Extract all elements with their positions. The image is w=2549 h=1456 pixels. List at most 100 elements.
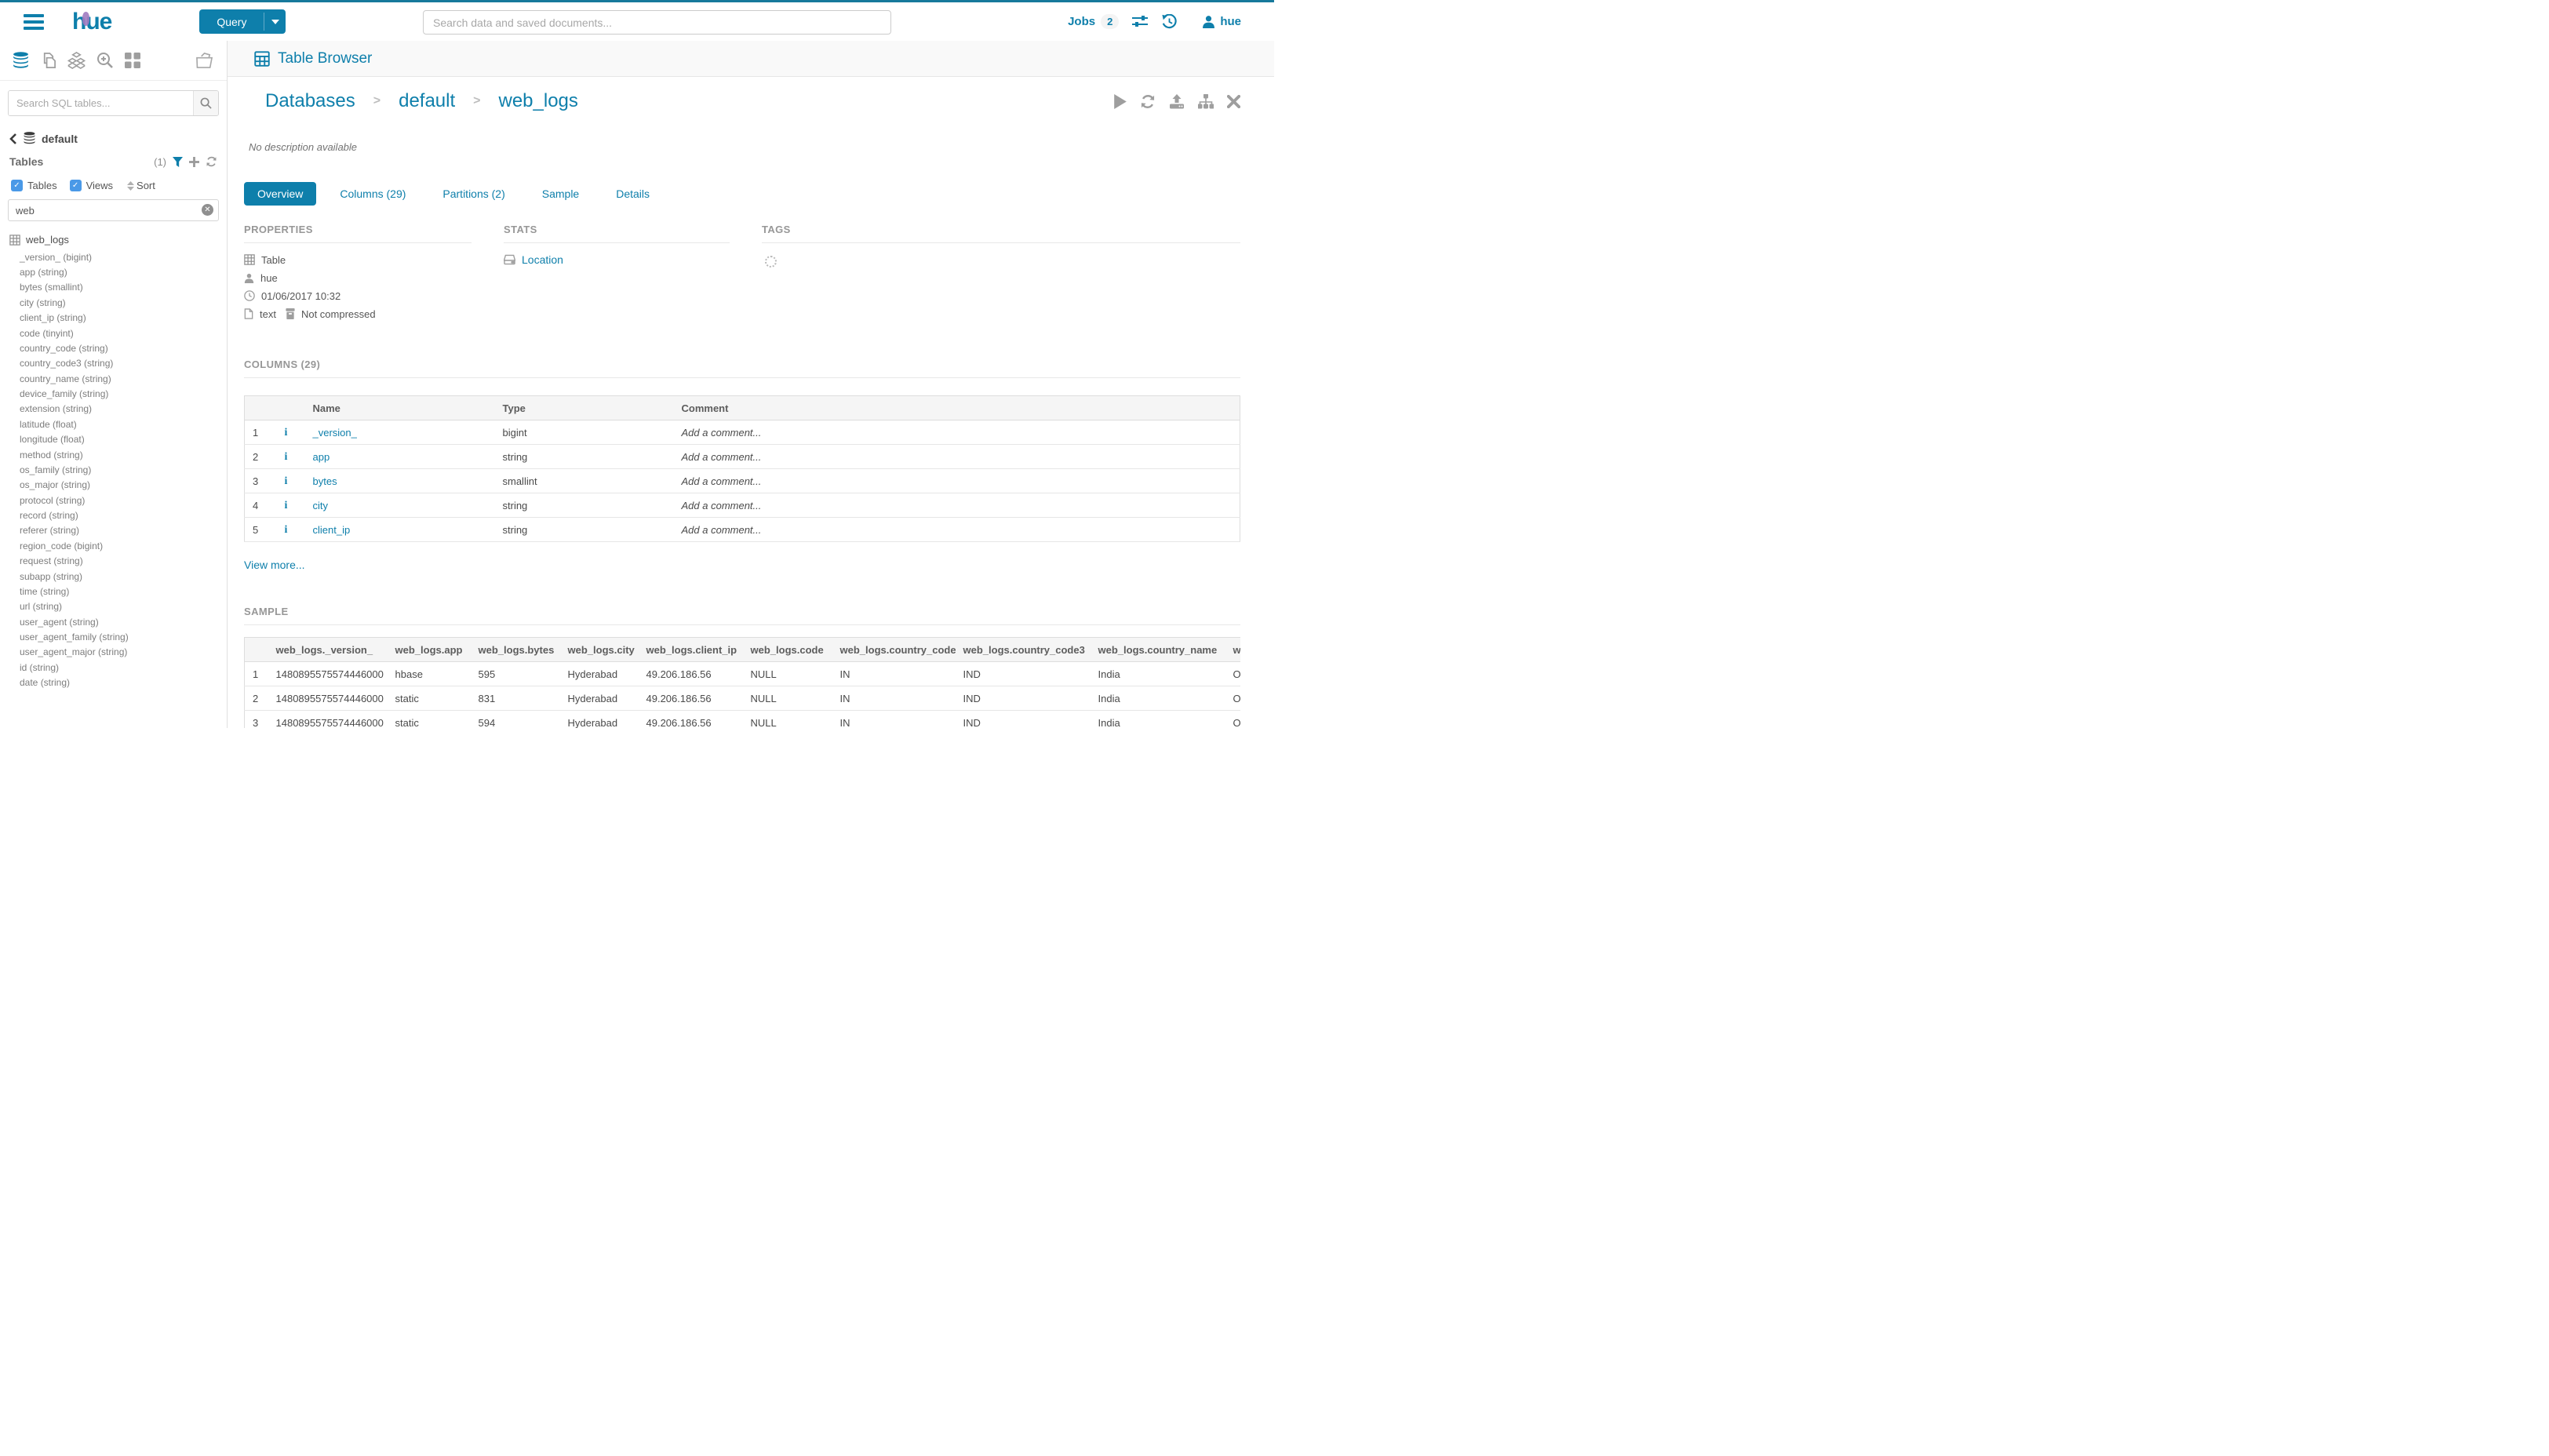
tree-column-item[interactable]: extension (string): [0, 402, 227, 417]
close-icon[interactable]: [1227, 95, 1240, 108]
location-link[interactable]: Location: [504, 253, 730, 266]
tree-column-item[interactable]: country_code (string): [0, 340, 227, 355]
database-breadcrumb-row[interactable]: default: [9, 132, 217, 145]
column-comment-cell[interactable]: Add a comment...: [674, 469, 1240, 493]
apps-grid-icon[interactable]: [125, 53, 140, 68]
tree-column-item[interactable]: city (string): [0, 295, 227, 310]
tree-column-item[interactable]: code (tinyint): [0, 326, 227, 340]
table-filter-input[interactable]: [8, 199, 219, 221]
clear-filter-icon[interactable]: ✕: [202, 204, 213, 216]
views-checkbox-label[interactable]: Views: [86, 180, 113, 191]
tree-column-item[interactable]: os_family (string): [0, 462, 227, 477]
sitemap-icon[interactable]: [1198, 94, 1214, 109]
sample-section-heading: SAMPLE: [244, 606, 1240, 625]
column-comment-cell[interactable]: Add a comment...: [674, 518, 1240, 542]
sample-table-header: web_logs._version_: [268, 638, 388, 662]
current-database-name[interactable]: default: [42, 133, 78, 145]
sidebar-search-button[interactable]: [193, 91, 218, 115]
column-name-cell: _version_: [305, 420, 495, 445]
tree-column-item[interactable]: record (string): [0, 508, 227, 522]
tables-checkbox[interactable]: ✓: [11, 180, 23, 191]
column-name-link[interactable]: app: [313, 451, 330, 463]
tree-column-item[interactable]: date (string): [0, 675, 227, 690]
query-button-label[interactable]: Query: [199, 9, 264, 34]
column-name-link[interactable]: city: [313, 500, 329, 511]
tree-column-item[interactable]: request (string): [0, 554, 227, 569]
breadcrumb-item-web_logs[interactable]: web_logs: [499, 90, 578, 112]
tree-column-item[interactable]: longitude (float): [0, 432, 227, 447]
refresh-table-icon[interactable]: [1140, 94, 1156, 109]
columns-table-row: 2iappstringAdd a comment...: [245, 445, 1240, 469]
views-checkbox[interactable]: ✓: [70, 180, 82, 191]
tab-overview[interactable]: Overview: [244, 182, 316, 206]
column-name-link[interactable]: bytes: [313, 475, 337, 487]
info-icon[interactable]: i: [285, 475, 288, 487]
database-icon: [23, 132, 36, 145]
tree-column-item[interactable]: app (string): [0, 264, 227, 279]
tree-column-item[interactable]: url (string): [0, 599, 227, 614]
tree-column-item[interactable]: referer (string): [0, 523, 227, 538]
refresh-icon[interactable]: [206, 156, 217, 167]
column-comment-cell[interactable]: Add a comment...: [674, 445, 1240, 469]
sql-tables-search-input[interactable]: [9, 91, 193, 115]
search-zoom-icon[interactable]: [96, 52, 114, 69]
sort-control[interactable]: Sort: [127, 180, 155, 191]
tree-column-item[interactable]: _version_ (bigint): [0, 249, 227, 264]
tree-column-item[interactable]: country_code3 (string): [0, 356, 227, 371]
tree-column-item[interactable]: protocol (string): [0, 493, 227, 508]
tables-checkbox-label[interactable]: Tables: [27, 180, 57, 191]
tree-column-item[interactable]: method (string): [0, 447, 227, 462]
assist-icon-row: [0, 41, 227, 81]
column-comment-cell[interactable]: Add a comment...: [674, 420, 1240, 445]
column-name-link[interactable]: client_ip: [313, 524, 351, 536]
breadcrumb-item-default[interactable]: default: [399, 90, 455, 112]
tree-column-item[interactable]: region_code (bigint): [0, 538, 227, 553]
add-table-icon[interactable]: [189, 157, 199, 167]
property-created-value: 01/06/2017 10:32: [261, 290, 340, 302]
jobs-link[interactable]: Jobs 2: [1068, 14, 1119, 29]
tab-partitions-2[interactable]: Partitions (2): [429, 182, 518, 206]
query-dropdown-caret[interactable]: [264, 9, 286, 34]
import-icon[interactable]: [1169, 94, 1185, 109]
info-icon[interactable]: i: [285, 451, 288, 463]
tab-details[interactable]: Details: [603, 182, 663, 206]
folder-documents-icon[interactable]: [195, 52, 214, 69]
tree-column-item[interactable]: user_agent_family (string): [0, 629, 227, 644]
tree-column-item[interactable]: bytes (smallint): [0, 280, 227, 295]
view-more-link[interactable]: View more...: [244, 559, 305, 571]
query-button[interactable]: Query: [199, 9, 286, 34]
sql-database-icon[interactable]: [13, 52, 29, 70]
tree-column-item[interactable]: user_agent_major (string): [0, 645, 227, 660]
tree-table-name[interactable]: web_logs: [26, 234, 69, 246]
hamburger-menu-icon[interactable]: [24, 11, 44, 33]
breadcrumb-item-databases[interactable]: Databases: [265, 90, 355, 112]
cubes-icon[interactable]: [67, 52, 86, 69]
info-icon[interactable]: i: [285, 427, 288, 439]
table-description[interactable]: No description available: [249, 141, 1240, 153]
history-icon[interactable]: [1161, 14, 1178, 30]
tree-column-item[interactable]: time (string): [0, 584, 227, 599]
hue-logo[interactable]: hue: [72, 10, 111, 34]
tab-columns-29[interactable]: Columns (29): [326, 182, 419, 206]
tree-column-item[interactable]: os_major (string): [0, 478, 227, 493]
tree-column-item[interactable]: country_name (string): [0, 371, 227, 386]
tree-column-item[interactable]: device_family (string): [0, 386, 227, 401]
column-comment-cell[interactable]: Add a comment...: [674, 493, 1240, 518]
tree-column-item[interactable]: subapp (string): [0, 569, 227, 584]
documents-icon[interactable]: [40, 52, 56, 70]
column-name-link[interactable]: _version_: [313, 427, 357, 439]
sliders-icon[interactable]: [1132, 15, 1148, 29]
tree-column-item[interactable]: user_agent (string): [0, 614, 227, 629]
info-icon[interactable]: i: [285, 500, 288, 511]
user-menu[interactable]: hue: [1202, 15, 1241, 28]
query-play-icon[interactable]: [1114, 94, 1127, 109]
tree-column-item[interactable]: latitude (float): [0, 417, 227, 431]
tree-column-item[interactable]: id (string): [0, 660, 227, 675]
info-icon[interactable]: i: [285, 524, 288, 536]
global-search-input[interactable]: [423, 10, 891, 35]
tree-column-item[interactable]: client_ip (string): [0, 311, 227, 326]
jobs-label[interactable]: Jobs: [1068, 15, 1095, 28]
tree-table-web-logs[interactable]: web_logs: [0, 232, 227, 247]
tab-sample[interactable]: Sample: [529, 182, 592, 206]
filter-funnel-icon[interactable]: [173, 157, 183, 167]
